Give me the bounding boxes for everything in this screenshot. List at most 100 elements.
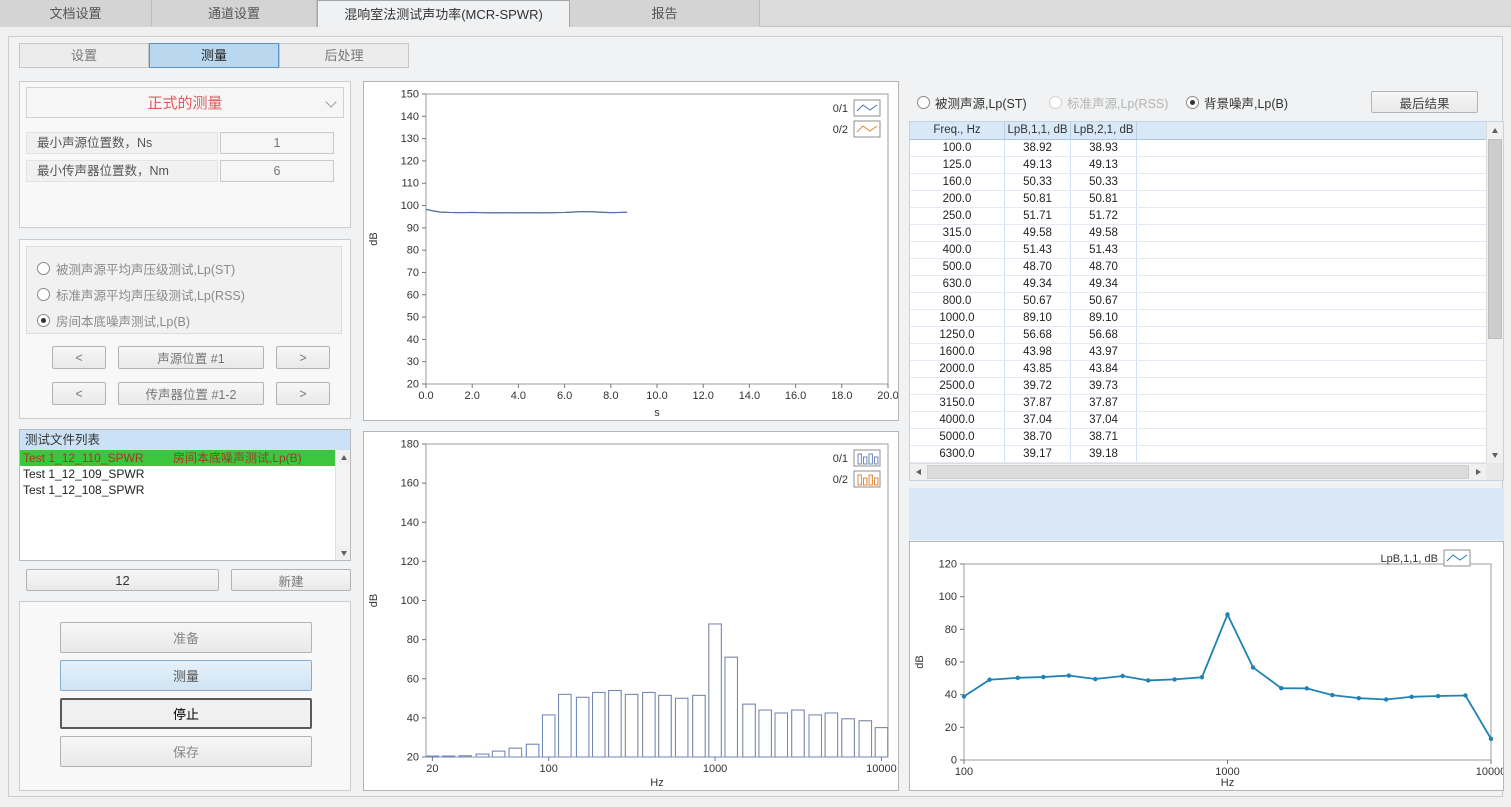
table-cell: 37.04 [1005,412,1071,428]
scrollbar-thumb[interactable] [927,465,1469,479]
table-cell: 38.70 [1005,429,1071,445]
tab-mcr-spwr[interactable]: 混响室法测试声功率(MCR-SPWR) [317,0,570,27]
final-result-button[interactable]: 最后结果 [1371,91,1478,113]
table-cell: 50.67 [1005,293,1071,309]
mic-position-prev-button[interactable]: < [52,382,106,405]
scroll-up-button[interactable] [336,450,350,464]
main-tabbar: 文档设置 通道设置 混响室法测试声功率(MCR-SPWR) 报告 [0,0,1511,27]
ns-input[interactable]: 1 [220,132,334,154]
table-row[interactable]: 315.049.5849.58 [910,225,1486,242]
scroll-up-button[interactable] [1487,122,1503,138]
measurement-mode-dropdown[interactable]: 正式的测量 [26,87,344,118]
scrollbar-corner [1486,463,1503,480]
table-row[interactable]: 630.049.3449.34 [910,276,1486,293]
radio-result-lp-b[interactable]: 背景噪声,Lp(B) [1186,93,1288,112]
result-spectrum-chart: 020406080100120100100010000dBHzLpB,1,1, … [910,542,1503,790]
table-row[interactable]: 6300.039.1739.18 [910,446,1486,463]
subtab-measure[interactable]: 测量 [149,43,279,68]
scroll-down-button[interactable] [336,546,350,560]
action-panel: 准备 测量 停止 保存 [19,601,351,791]
test-type-radio-group: 被测声源平均声压级测试,Lp(ST) 标准声源平均声压级测试,Lp(RSS) 房… [26,246,342,334]
table-row[interactable]: 4000.037.0437.04 [910,412,1486,429]
mic-position-button[interactable]: 传声器位置 #1-2 [118,382,264,405]
svg-text:130: 130 [401,133,419,145]
table-row[interactable]: 125.049.1349.13 [910,157,1486,174]
table-row[interactable]: 500.048.7048.70 [910,259,1486,276]
svg-text:4.0: 4.0 [511,390,526,402]
scrollbar-thumb[interactable] [1488,139,1502,339]
table-horizontal-scrollbar[interactable] [910,463,1486,480]
nm-input[interactable]: 6 [220,160,334,182]
tab-document-settings[interactable]: 文档设置 [0,0,152,27]
svg-text:110: 110 [401,178,419,190]
table-row[interactable]: 3150.037.8737.87 [910,395,1486,412]
svg-text:14.0: 14.0 [739,390,760,402]
scroll-left-button[interactable] [910,464,926,480]
svg-text:20: 20 [945,722,957,734]
table-row[interactable]: 400.051.4351.43 [910,242,1486,259]
source-position-next-button[interactable]: > [276,346,330,369]
table-row[interactable]: 1250.056.6856.68 [910,327,1486,344]
svg-text:0/2: 0/2 [833,474,848,486]
tabbar-filler [760,0,1511,26]
list-item[interactable]: Test 1_12_110_SPWR房间本底噪声测试,Lp(B) [20,450,335,466]
table-cell: 38.92 [1005,140,1071,156]
source-position-button[interactable]: 声源位置 #1 [118,346,264,369]
table-cell: 50.81 [1071,191,1137,207]
table-row[interactable]: 200.050.8150.81 [910,191,1486,208]
file-list-scrollbar[interactable] [335,450,350,560]
table-cell: 48.70 [1071,259,1137,275]
file-count-button[interactable]: 12 [26,569,219,591]
table-vertical-scrollbar[interactable] [1486,122,1503,463]
table-row[interactable]: 250.051.7151.72 [910,208,1486,225]
svg-text:40: 40 [407,712,419,724]
table-row[interactable]: 2500.039.7239.73 [910,378,1486,395]
scroll-down-button[interactable] [1487,447,1503,463]
radio-lp-b[interactable]: 房间本底噪声测试,Lp(B) [37,307,341,333]
table-row[interactable]: 160.050.3350.33 [910,174,1486,191]
table-row[interactable]: 800.050.6750.67 [910,293,1486,310]
result-spectrum-chart-panel: 020406080100120100100010000dBHzLpB,1,1, … [909,541,1504,791]
subtab-settings[interactable]: 设置 [19,43,149,68]
tab-report[interactable]: 报告 [570,0,760,27]
list-item[interactable]: Test 1_12_108_SPWR [20,482,335,498]
table-row[interactable]: 1600.043.9843.97 [910,344,1486,361]
table-row[interactable]: 5000.038.7038.71 [910,429,1486,446]
svg-text:80: 80 [407,245,419,257]
stop-button[interactable]: 停止 [60,698,312,729]
radio-result-lp-rss[interactable]: 标准声源,Lp(RSS) [1049,93,1168,112]
prepare-button[interactable]: 准备 [60,622,312,653]
svg-text:100: 100 [955,766,973,778]
radio-result-lp-st[interactable]: 被测声源,Lp(ST) [917,93,1027,112]
measure-button[interactable]: 测量 [60,660,312,691]
svg-text:140: 140 [401,111,419,123]
table-row[interactable]: 2000.043.8543.84 [910,361,1486,378]
list-item[interactable]: Test 1_12_109_SPWR [20,466,335,482]
new-file-button[interactable]: 新建 [231,569,351,591]
scroll-right-button[interactable] [1470,464,1486,480]
radio-icon [37,288,50,301]
triangle-right-icon [1476,469,1481,475]
save-button[interactable]: 保存 [60,736,312,767]
svg-text:140: 140 [401,517,419,529]
table-cell: 1600.0 [910,344,1005,360]
svg-text:0.0: 0.0 [418,390,433,402]
source-position-prev-button[interactable]: < [52,346,106,369]
table-cell: 160.0 [910,174,1005,190]
table-cell: 89.10 [1071,310,1137,326]
tab-channel-settings[interactable]: 通道设置 [152,0,317,27]
radio-lp-rss[interactable]: 标准声源平均声压级测试,Lp(RSS) [37,281,341,307]
radio-icon [917,96,930,109]
table-cell: 43.98 [1005,344,1071,360]
table-row[interactable]: 100.038.9238.93 [910,140,1486,157]
table-cell: 51.72 [1071,208,1137,224]
table-row[interactable]: 1000.089.1089.10 [910,310,1486,327]
subtab-postprocess[interactable]: 后处理 [279,43,409,68]
table-cell: 37.87 [1005,395,1071,411]
table-cell: 2000.0 [910,361,1005,377]
mic-position-next-button[interactable]: > [276,382,330,405]
radio-lp-st[interactable]: 被测声源平均声压级测试,Lp(ST) [37,255,341,281]
radio-label: 房间本底噪声测试,Lp(B) [56,311,190,330]
svg-text:20: 20 [426,763,438,775]
table-cell: 1000.0 [910,310,1005,326]
